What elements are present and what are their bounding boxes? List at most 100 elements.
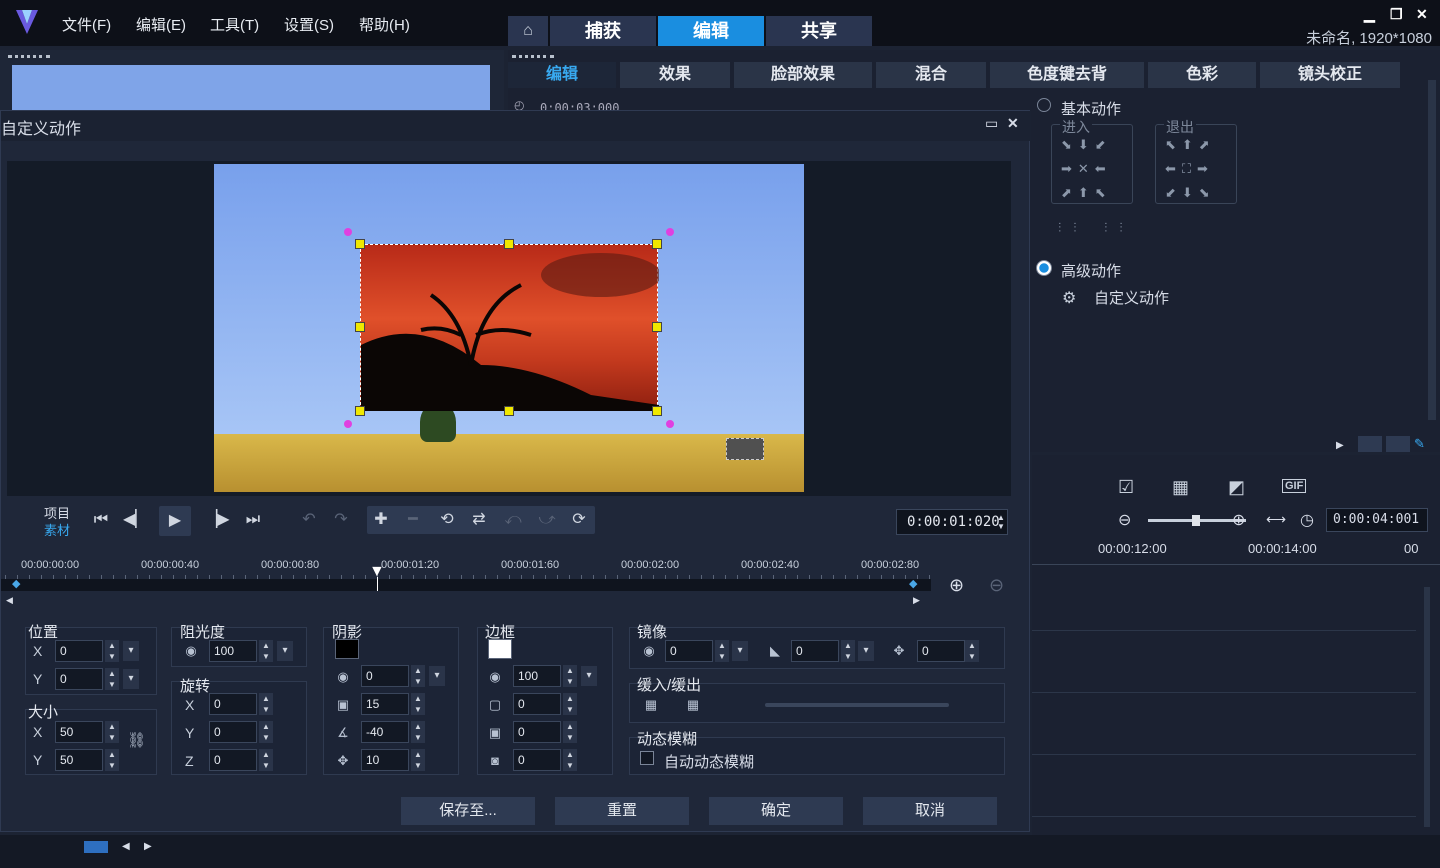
border-blur-spinner[interactable]: ▲ ▼ xyxy=(563,721,577,743)
close-icon[interactable]: ✕ xyxy=(1416,6,1428,23)
track-row[interactable] xyxy=(1032,695,1416,755)
resize-handle[interactable] xyxy=(355,322,365,332)
swap-icon[interactable]: ⇄ xyxy=(467,508,491,532)
expand-icon[interactable]: ▶ xyxy=(1336,440,1344,451)
shadow-color-swatch[interactable] xyxy=(335,639,359,659)
tab-edit[interactable]: 编辑 xyxy=(658,16,764,46)
graphic-icon[interactable]: ◩ xyxy=(1228,477,1245,498)
opacity-input[interactable]: 100 xyxy=(209,640,257,662)
undo-icon[interactable]: ↶ xyxy=(297,508,321,532)
position-y-input[interactable]: 0 xyxy=(55,668,103,690)
track-row[interactable] xyxy=(1032,571,1416,631)
position-y-dropdown[interactable]: ▾ xyxy=(123,669,139,689)
view-icon-2[interactable] xyxy=(1386,436,1410,452)
size-y-input[interactable]: 50 xyxy=(55,749,103,771)
auto-motion-blur-checkbox[interactable] xyxy=(640,751,654,765)
ease-out-icon[interactable]: ▦ xyxy=(685,697,701,713)
basic-motion-radio[interactable] xyxy=(1037,98,1051,112)
size-x-input[interactable]: 50 xyxy=(55,721,103,743)
prev-frame-icon[interactable]: ◀▏ xyxy=(123,508,148,532)
rotate-handle[interactable] xyxy=(666,420,674,428)
zoom-out-icon[interactable]: ⊖ xyxy=(1118,510,1131,530)
mirror-fade-spinner[interactable]: ▲ ▼ xyxy=(841,640,855,662)
save-to-button[interactable]: 保存至... xyxy=(401,797,535,825)
position-y-spinner[interactable]: ▲ ▼ xyxy=(105,668,119,690)
edit-pencil-icon[interactable]: ✎ xyxy=(1414,436,1434,452)
minimize-icon[interactable]: ▁ xyxy=(1364,6,1375,23)
rotate-handle[interactable] xyxy=(344,228,352,236)
invert-keyframe-icon[interactable]: ⟲ xyxy=(435,508,459,532)
rotate-handle[interactable] xyxy=(666,228,674,236)
border-opacity-spinner[interactable]: ▲ ▼ xyxy=(563,665,577,687)
size-y-spinner[interactable]: ▲ ▼ xyxy=(105,749,119,771)
position-x-dropdown[interactable]: ▾ xyxy=(123,641,139,661)
ease-in-icon[interactable]: ▦ xyxy=(643,697,659,713)
edit-tab-chroma[interactable]: 色度键去背 xyxy=(990,62,1144,88)
border-radius-input[interactable]: 0 xyxy=(513,749,561,771)
dialog-timecode[interactable]: 0:00:01:020 xyxy=(896,509,1008,535)
edit-tab-effects[interactable]: 效果 xyxy=(620,62,730,88)
reset-keyframe-icon[interactable]: ⟳ xyxy=(567,508,591,532)
mirror-opacity-spinner[interactable]: ▲ ▼ xyxy=(715,640,729,662)
redo-icon[interactable]: ↷ xyxy=(329,508,353,532)
rotate-handle[interactable] xyxy=(344,420,352,428)
menu-settings[interactable]: 设置(S) xyxy=(284,14,334,35)
zoom-in-icon[interactable]: ⊕ xyxy=(1232,510,1245,530)
resize-handle[interactable] xyxy=(504,239,514,249)
shadow-blur-input[interactable]: 15 xyxy=(361,693,409,715)
reset-button[interactable]: 重置 xyxy=(555,797,689,825)
border-radius-spinner[interactable]: ▲ ▼ xyxy=(563,749,577,771)
resize-handle[interactable] xyxy=(652,322,662,332)
cancel-button[interactable]: 取消 xyxy=(863,797,997,825)
restore-icon[interactable]: ❐ xyxy=(1390,6,1403,23)
mirror-opacity-input[interactable]: 0 xyxy=(665,640,713,662)
size-x-spinner[interactable]: ▲ ▼ xyxy=(105,721,119,743)
edit-tab-lens[interactable]: 镜头校正 xyxy=(1260,62,1400,88)
panel-grip[interactable] xyxy=(512,55,554,58)
keyframe-end[interactable]: ◆ xyxy=(909,577,917,590)
clip-overlay[interactable] xyxy=(360,244,659,411)
resize-handle[interactable] xyxy=(652,239,662,249)
scroll-left-icon[interactable]: ◀ xyxy=(122,841,130,852)
go-end-icon[interactable]: ⏭ xyxy=(241,508,265,532)
transition-icon[interactable]: ☑ xyxy=(1118,477,1134,498)
shadow-angle-input[interactable]: -40 xyxy=(361,721,409,743)
zoom-in-icon[interactable]: ⊕ xyxy=(949,575,964,596)
keyframe-track[interactable] xyxy=(1,579,931,591)
title-icon[interactable]: ▦ xyxy=(1172,477,1189,498)
go-start-icon[interactable]: ⏮ xyxy=(89,508,113,532)
zoom-out-icon[interactable]: ⊖ xyxy=(989,575,1004,596)
shadow-opacity-dropdown[interactable]: ▾ xyxy=(429,666,445,686)
custom-motion-icon[interactable]: ⚙ xyxy=(1062,288,1076,308)
shadow-preview[interactable] xyxy=(726,438,764,460)
border-width-spinner[interactable]: ▲ ▼ xyxy=(563,693,577,715)
rotation-x-spinner[interactable]: ▲ ▼ xyxy=(259,693,273,715)
rotation-z-spinner[interactable]: ▲ ▼ xyxy=(259,749,273,771)
mirror-fade-input[interactable]: 0 xyxy=(791,640,839,662)
tab-share[interactable]: 共享 xyxy=(766,16,872,46)
scroll-left-icon[interactable]: ◀ xyxy=(6,595,13,606)
menu-help[interactable]: 帮助(H) xyxy=(359,14,410,35)
ok-button[interactable]: 确定 xyxy=(709,797,843,825)
fit-icon[interactable]: ⟷ xyxy=(1266,511,1286,528)
opacity-spinner[interactable]: ▲ ▼ xyxy=(259,640,273,662)
rotation-y-input[interactable]: 0 xyxy=(209,721,257,743)
menu-edit[interactable]: 编辑(E) xyxy=(136,14,186,35)
shadow-opacity-input[interactable]: 0 xyxy=(361,665,409,687)
prev-keyframe-icon[interactable]: ⤺ xyxy=(501,508,525,532)
resize-handle[interactable] xyxy=(504,406,514,416)
scrollbar[interactable] xyxy=(1428,80,1436,420)
custom-motion-button[interactable]: 自定义动作 xyxy=(1094,287,1169,308)
opacity-dropdown[interactable]: ▾ xyxy=(277,641,293,661)
exit-arrows-icon[interactable]: ⬉⬆⬈ ⬅⛶➡ ⬋⬇⬊ xyxy=(1165,133,1216,205)
track-row[interactable] xyxy=(1032,633,1416,693)
preview-image[interactable] xyxy=(214,164,804,492)
link-icon[interactable]: ⛓ xyxy=(127,733,146,749)
enter-arrows-icon[interactable]: ⬊⬇⬋ ➡✕⬅ ⬈⬆⬉ xyxy=(1061,133,1112,205)
timecode-spinner-icon[interactable]: ▲ ▼ xyxy=(997,513,1005,531)
edit-tab-blend[interactable]: 混合 xyxy=(876,62,986,88)
tab-capture[interactable]: 捕获 xyxy=(550,16,656,46)
rotate-motion-icons[interactable]: ⫶⫶ ⫶⫶ xyxy=(1058,220,1135,236)
add-keyframe-icon[interactable]: ✚ xyxy=(369,508,393,532)
advanced-motion-radio[interactable] xyxy=(1036,260,1052,276)
